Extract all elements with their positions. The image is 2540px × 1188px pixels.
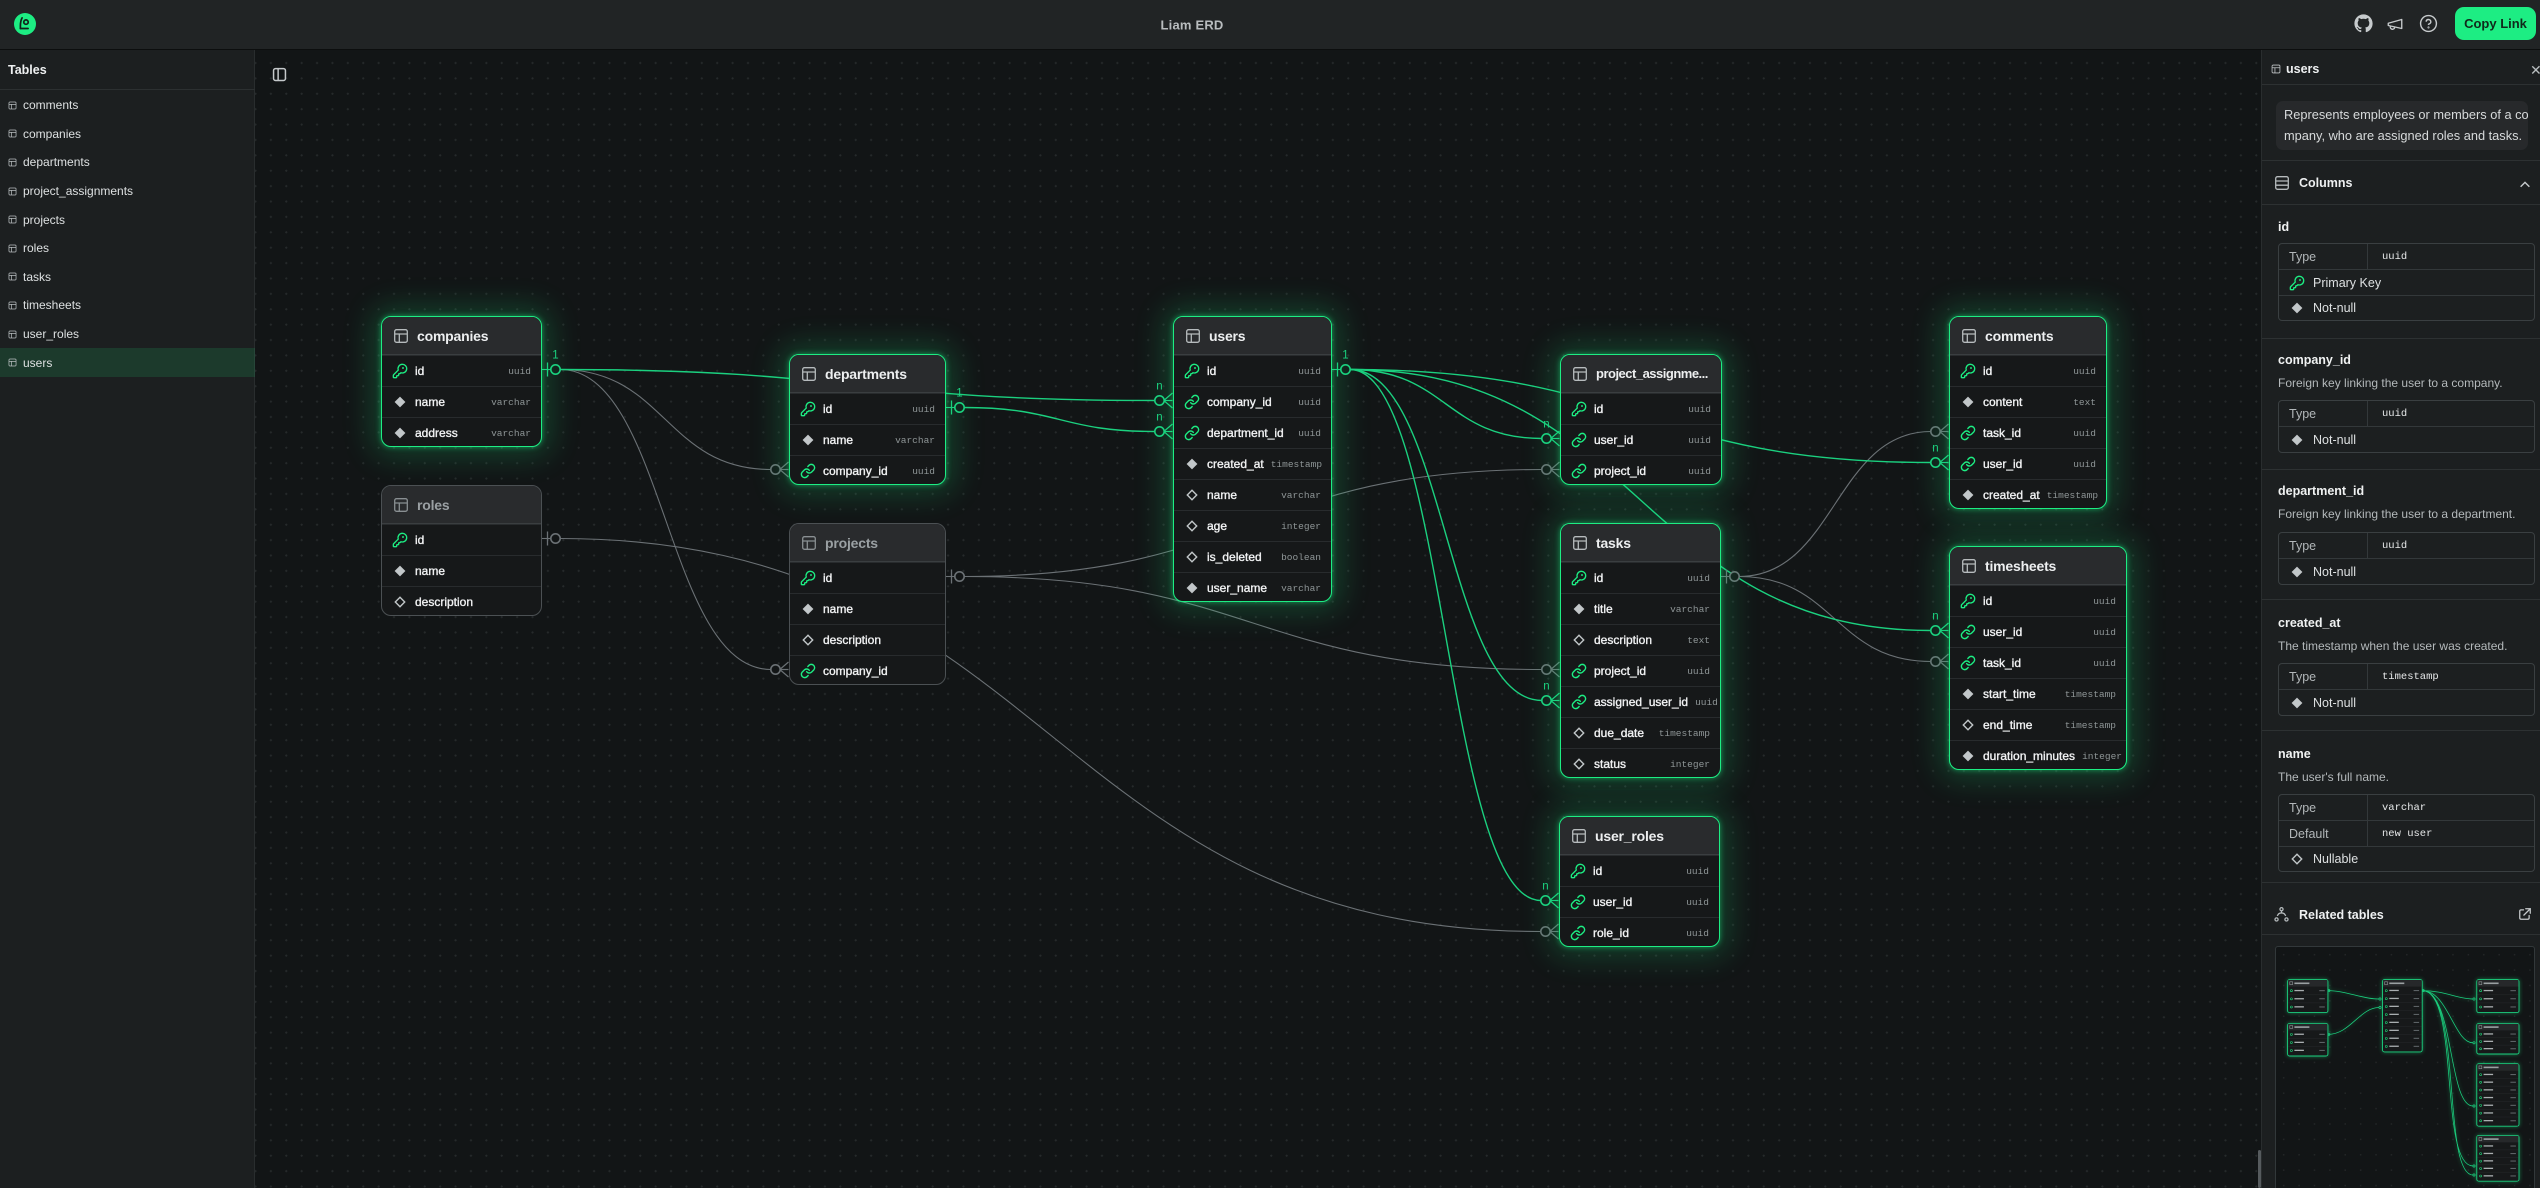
svg-text:1: 1 bbox=[552, 350, 558, 362]
svg-text:1: 1 bbox=[1342, 350, 1348, 362]
svg-text:n: n bbox=[1542, 881, 1548, 893]
svg-text:n: n bbox=[1156, 412, 1162, 424]
svg-text:n: n bbox=[1156, 381, 1162, 393]
svg-text:n: n bbox=[1932, 443, 1938, 455]
svg-text:1: 1 bbox=[956, 388, 962, 400]
svg-text:n: n bbox=[1932, 611, 1938, 623]
svg-text:n: n bbox=[1543, 681, 1549, 693]
svg-text:n: n bbox=[1543, 419, 1549, 431]
